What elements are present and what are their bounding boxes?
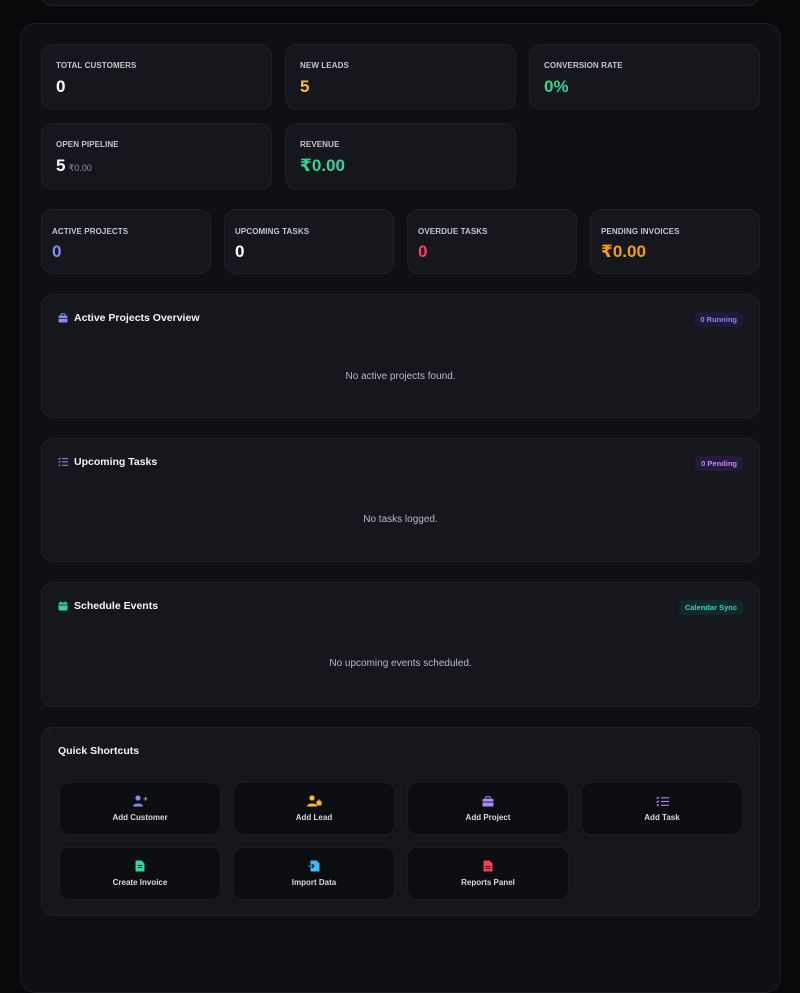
stat-value: 5 ₹0.00 (56, 156, 92, 176)
status-badge: Calendar Sync (678, 600, 743, 615)
stat-card-new-leads: NEW LEADS 5 (285, 44, 516, 110)
empty-state-text: No active projects found. (345, 371, 456, 382)
empty-state-text: No tasks logged. (363, 514, 438, 525)
stat-value-sub: ₹0.00 (68, 163, 92, 173)
stat-value: 5 (300, 77, 310, 96)
briefcase-icon (482, 795, 494, 806)
stat-label: OPEN PIPELINE (56, 140, 119, 149)
reports-panel-button[interactable]: Reports Panel (407, 847, 569, 900)
stat-label: OVERDUE TASKS (418, 227, 488, 236)
add-project-button[interactable]: Add Project (407, 782, 569, 835)
section-title-text: Schedule Events (74, 600, 159, 612)
shortcut-label: Create Invoice (112, 878, 168, 887)
file-pdf-icon (483, 860, 493, 872)
section-title-text: Active Projects Overview (74, 312, 200, 324)
stat-card-revenue: REVENUE ₹0.00 (285, 123, 516, 190)
stat-label: CONVERSION RATE (544, 61, 623, 70)
section-title: Active Projects Overview (58, 312, 199, 324)
empty-state-text: No upcoming events scheduled. (329, 658, 472, 669)
create-invoice-button[interactable]: Create Invoice (59, 847, 221, 900)
shortcut-label: Reports Panel (461, 878, 515, 887)
stat-value: 0 (52, 242, 62, 261)
user-tie-icon (306, 795, 321, 807)
dashboard-panel: TOTAL CUSTOMERS 0 NEW LEADS 5 CONVERSION… (20, 23, 781, 993)
add-customer-button[interactable]: Add Customer (59, 782, 221, 835)
stat-label: REVENUE (300, 140, 340, 149)
briefcase-icon (58, 313, 68, 323)
stat-card-open-pipeline: OPEN PIPELINE 5 ₹0.00 (41, 123, 272, 190)
checklist-icon (58, 457, 68, 467)
stat-card-active-projects: ACTIVE PROJECTS 0 (41, 209, 211, 274)
file-import-icon (308, 860, 320, 872)
shortcut-label: Add Lead (295, 813, 333, 822)
stat-value: ₹0.00 (300, 156, 345, 175)
add-lead-button[interactable]: Add Lead (233, 782, 395, 835)
section-title: Schedule Events (58, 600, 158, 612)
section-title: Upcoming Tasks (58, 456, 157, 468)
top-header-strip (40, 0, 760, 6)
stat-card-upcoming-tasks: UPCOMING TASKS 0 (224, 209, 394, 274)
quick-shortcuts-section: Quick Shortcuts Add Customer Add Lead Ad… (41, 727, 760, 916)
stat-value: 0 (56, 77, 66, 96)
shortcut-label: Import Data (291, 878, 337, 887)
invoice-icon (135, 860, 145, 872)
stat-value: ₹0.00 (601, 242, 646, 261)
schedule-events-section: Schedule Events Calendar Sync No upcomin… (41, 582, 760, 707)
shortcut-label: Add Task (644, 812, 680, 822)
import-data-button[interactable]: Import Data (233, 847, 395, 900)
checklist-icon (655, 796, 669, 806)
stat-card-conversion-rate: CONVERSION RATE 0% (529, 44, 760, 110)
stat-value-main: 5 (56, 156, 66, 175)
stat-card-overdue-tasks: OVERDUE TASKS 0 (407, 209, 577, 274)
stat-label: ACTIVE PROJECTS (52, 227, 129, 236)
section-title-text: Upcoming Tasks (74, 456, 158, 468)
stat-value: 0 (418, 242, 428, 261)
stat-value: 0 (235, 242, 245, 261)
shortcut-label: Add Project (465, 812, 511, 822)
active-projects-section: Active Projects Overview 0 Running No ac… (41, 294, 760, 418)
section-title-text: Quick Shortcuts (58, 745, 140, 757)
stat-card-pending-invoices: PENDING INVOICES ₹0.00 (590, 209, 760, 274)
stat-card-total-customers: TOTAL CUSTOMERS 0 (41, 44, 272, 110)
add-task-button[interactable]: Add Task (581, 782, 743, 835)
section-title: Quick Shortcuts (58, 745, 139, 757)
calendar-icon (58, 601, 68, 611)
stat-label: PENDING INVOICES (601, 227, 680, 236)
status-badge: 0 Pending (695, 456, 743, 471)
stat-label: TOTAL CUSTOMERS (56, 61, 137, 70)
stat-label: NEW LEADS (300, 61, 349, 70)
user-plus-icon (132, 795, 147, 807)
upcoming-tasks-section: Upcoming Tasks 0 Pending No tasks logged… (41, 438, 760, 562)
stat-label: UPCOMING TASKS (235, 227, 310, 236)
stat-value: 0% (544, 77, 569, 96)
shortcut-label: Add Customer (112, 813, 168, 822)
status-badge: 0 Running (694, 312, 743, 327)
